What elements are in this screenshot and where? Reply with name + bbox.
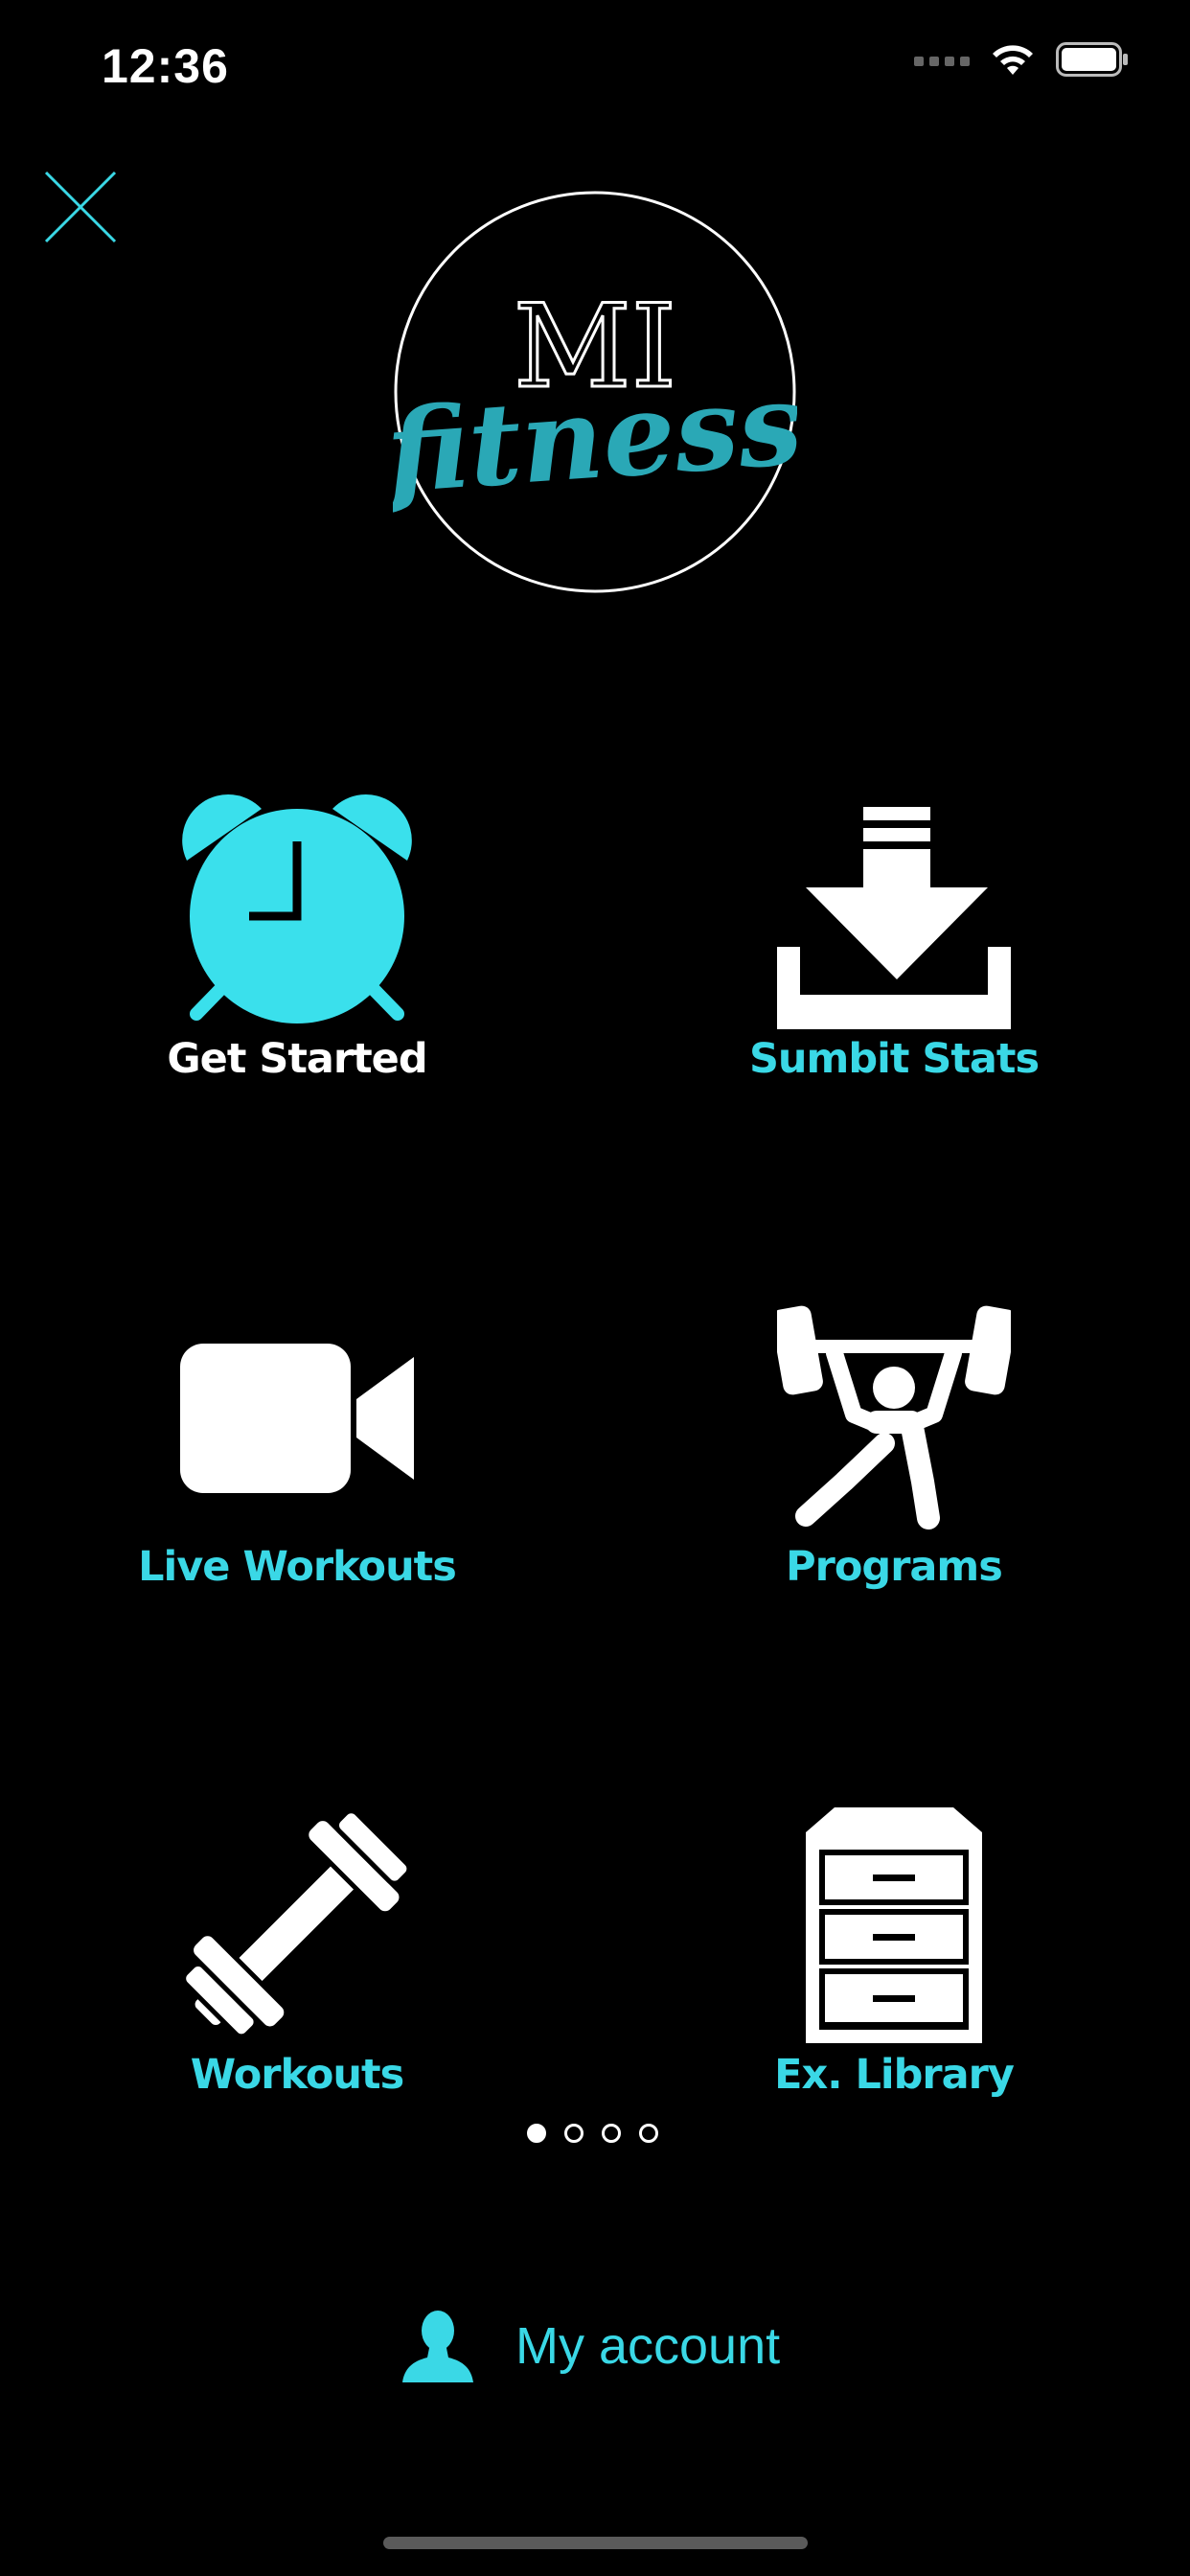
wifi-icon [993,45,1033,75]
page-dot-1[interactable] [527,2124,546,2143]
file-cabinet-icon [806,1807,982,2043]
dumbbell-icon [181,1808,412,2039]
exercise-library-button[interactable]: Ex. Library [693,1807,1095,2099]
user-icon [402,2311,473,2382]
status-time: 12:36 [102,39,229,93]
workouts-label: Workouts [190,2051,404,2099]
programs-button[interactable]: Programs [693,1300,1095,1591]
mi-fitness-logo: MI fitness [376,190,807,594]
my-account-label: My account [515,2317,781,2375]
page-indicator[interactable] [527,2124,658,2143]
submit-stats-button[interactable]: Sumbit Stats [693,792,1095,1083]
my-account-button[interactable]: My account [402,2310,780,2382]
home-indicator[interactable] [383,2537,808,2549]
exercise-library-label: Ex. Library [774,2051,1015,2099]
live-workouts-button[interactable]: Live Workouts [96,1300,498,1591]
workouts-button[interactable]: Workouts [96,1807,498,2099]
video-camera-icon [180,1344,414,1493]
page-dot-4[interactable] [639,2124,658,2143]
page-dot-3[interactable] [602,2124,621,2143]
submit-stats-label: Sumbit Stats [748,1035,1040,1083]
close-button[interactable] [42,169,119,245]
download-tray-icon [777,807,1011,1029]
page-dot-2[interactable] [564,2124,584,2143]
programs-label: Programs [786,1543,1003,1591]
status-icons [914,42,1129,77]
alarm-clock-icon [182,794,412,1024]
live-workouts-label: Live Workouts [138,1543,457,1591]
battery-icon [1056,42,1128,77]
get-started-label: Get Started [167,1035,427,1083]
get-started-button[interactable]: Get Started [96,792,498,1083]
signal-icon [914,57,970,66]
weightlifter-icon [777,1305,1011,1530]
close-icon [44,171,117,243]
